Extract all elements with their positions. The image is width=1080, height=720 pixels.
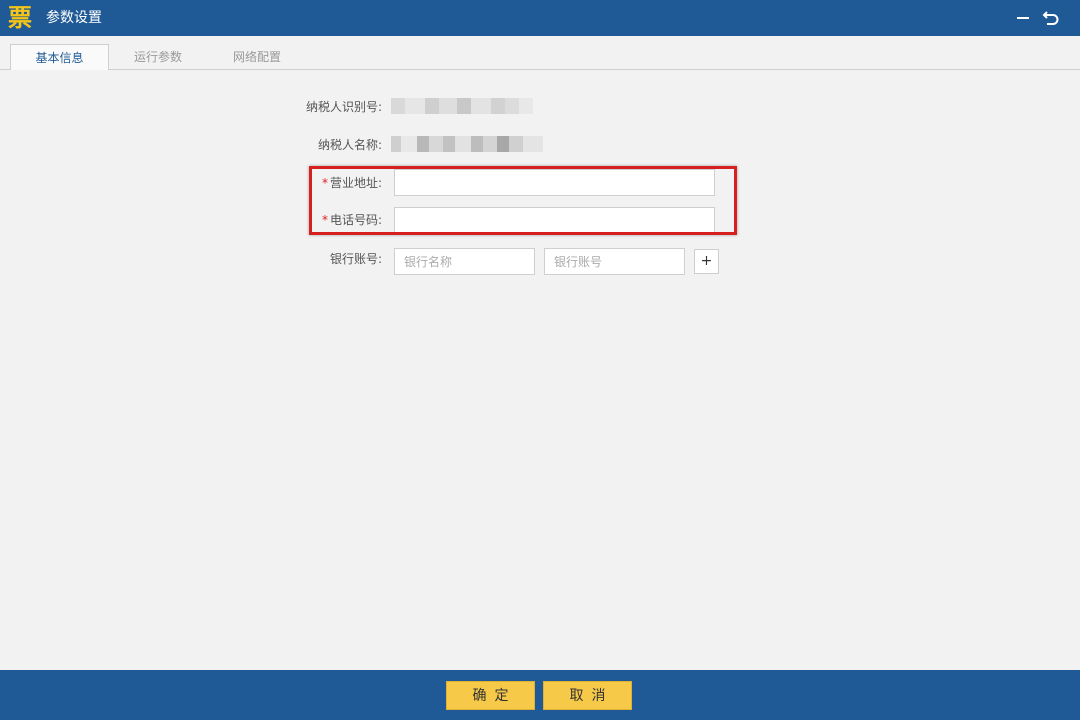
tab-network-config[interactable]: 网络配置 — [210, 44, 304, 70]
tab-run-params[interactable]: 运行参数 — [110, 44, 206, 70]
return-arrow-icon — [1042, 11, 1059, 25]
tab-bar: 基本信息 运行参数 网络配置 — [0, 36, 1080, 71]
business-address-label: * 营业地址: — [242, 170, 382, 196]
cancel-button[interactable]: 取消 — [543, 681, 632, 710]
required-mark: * — [321, 213, 328, 227]
add-bank-account-button[interactable]: + — [694, 249, 719, 274]
app-logo: 票 — [8, 4, 32, 32]
window-title: 参数设置 — [46, 10, 102, 26]
bank-name-input[interactable] — [394, 248, 535, 275]
tab-basic-info[interactable]: 基本信息 — [10, 44, 109, 71]
minimize-button[interactable] — [1012, 6, 1034, 28]
basic-info-panel: 纳税人识别号: 纳税人名称: * 营业地址: * 电话号码: 银行账号: 银行名… — [1, 70, 1079, 670]
minimize-icon — [1017, 17, 1029, 19]
bank-account-label: 银行账号: — [329, 252, 382, 266]
bank-account-input[interactable] — [544, 248, 685, 275]
phone-number-input[interactable] — [394, 207, 715, 234]
taxpayer-id-value-masked — [391, 98, 533, 114]
phone-number-label-text: 电话号码: — [329, 213, 382, 227]
confirm-button[interactable]: 确定 — [446, 681, 535, 710]
taxpayer-id-label: 纳税人识别号: — [305, 100, 382, 114]
title-bar: 票 参数设置 — [0, 0, 1080, 36]
required-mark: * — [321, 176, 328, 190]
taxpayer-name-label: 纳税人名称: — [317, 138, 382, 152]
return-button[interactable] — [1040, 6, 1062, 28]
business-address-label-text: 营业地址: — [329, 176, 382, 190]
phone-number-label: * 电话号码: — [242, 207, 382, 233]
footer-bar: 确定 取消 — [0, 670, 1080, 720]
business-address-input[interactable] — [394, 169, 715, 196]
taxpayer-name-value-masked — [391, 136, 543, 152]
